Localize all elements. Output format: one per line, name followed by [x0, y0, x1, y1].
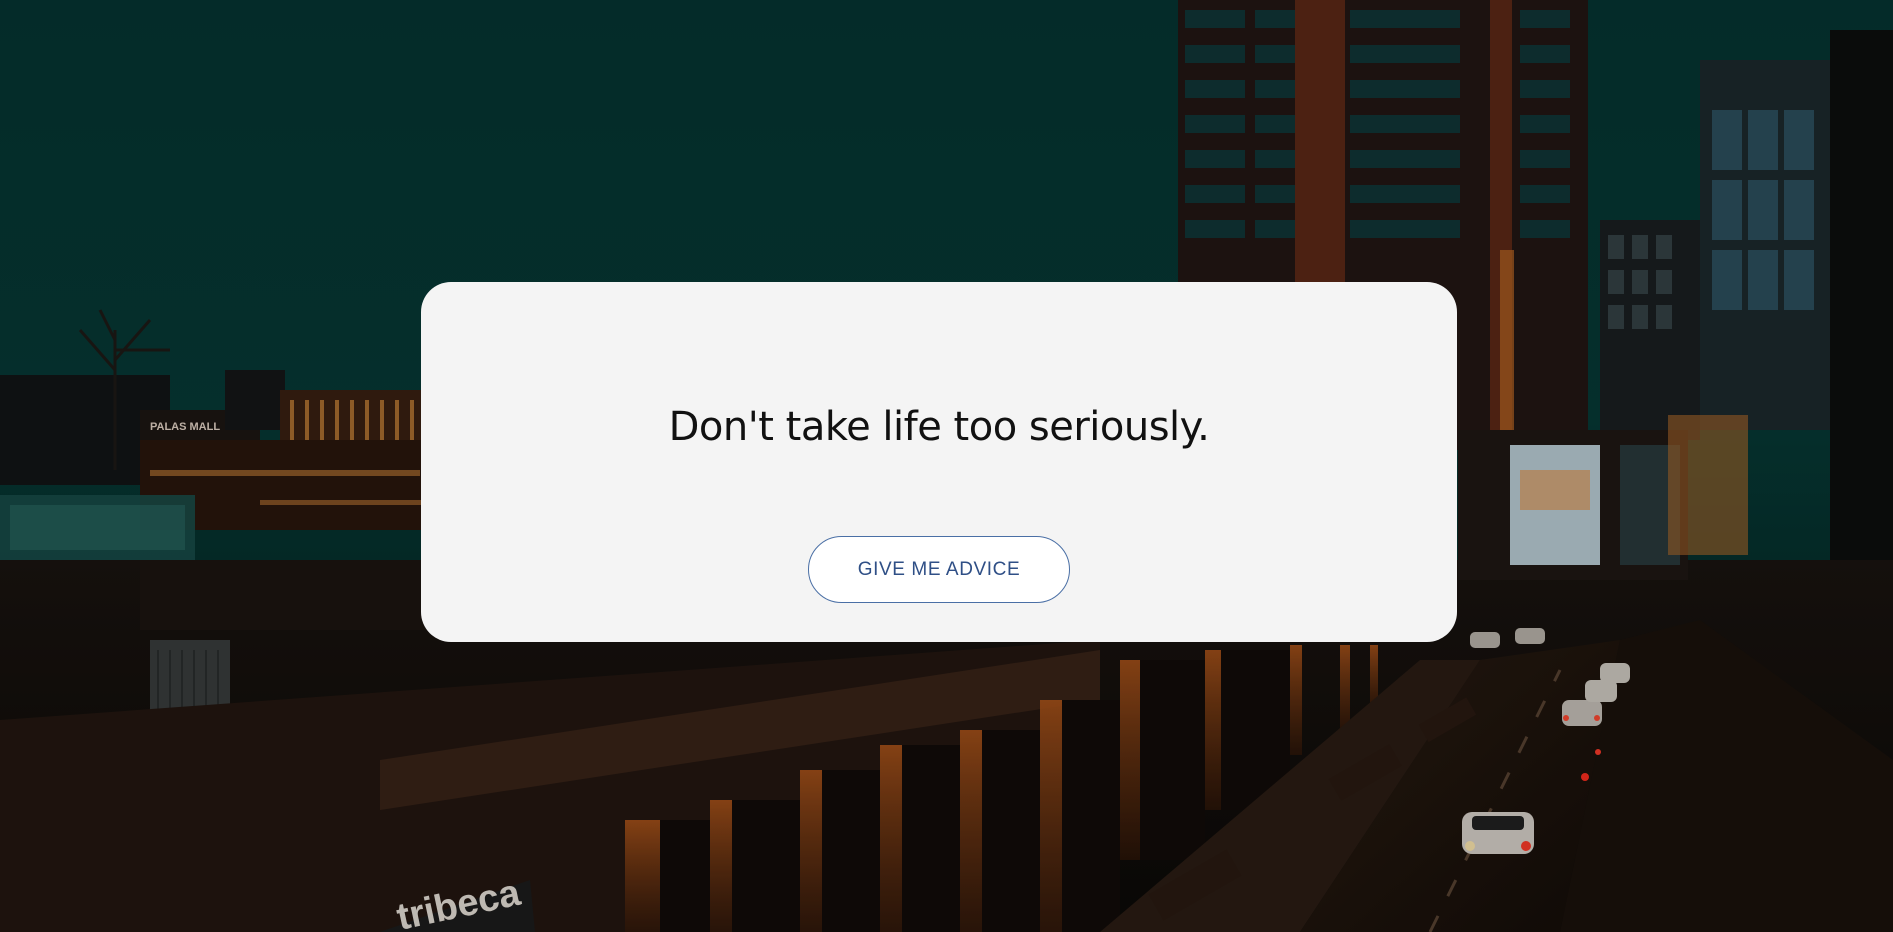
advice-card: Don't take life too seriously. GIVE ME A…	[421, 282, 1457, 642]
advice-quote: Don't take life too seriously.	[668, 404, 1210, 450]
give-me-advice-button[interactable]: GIVE ME ADVICE	[808, 536, 1070, 603]
